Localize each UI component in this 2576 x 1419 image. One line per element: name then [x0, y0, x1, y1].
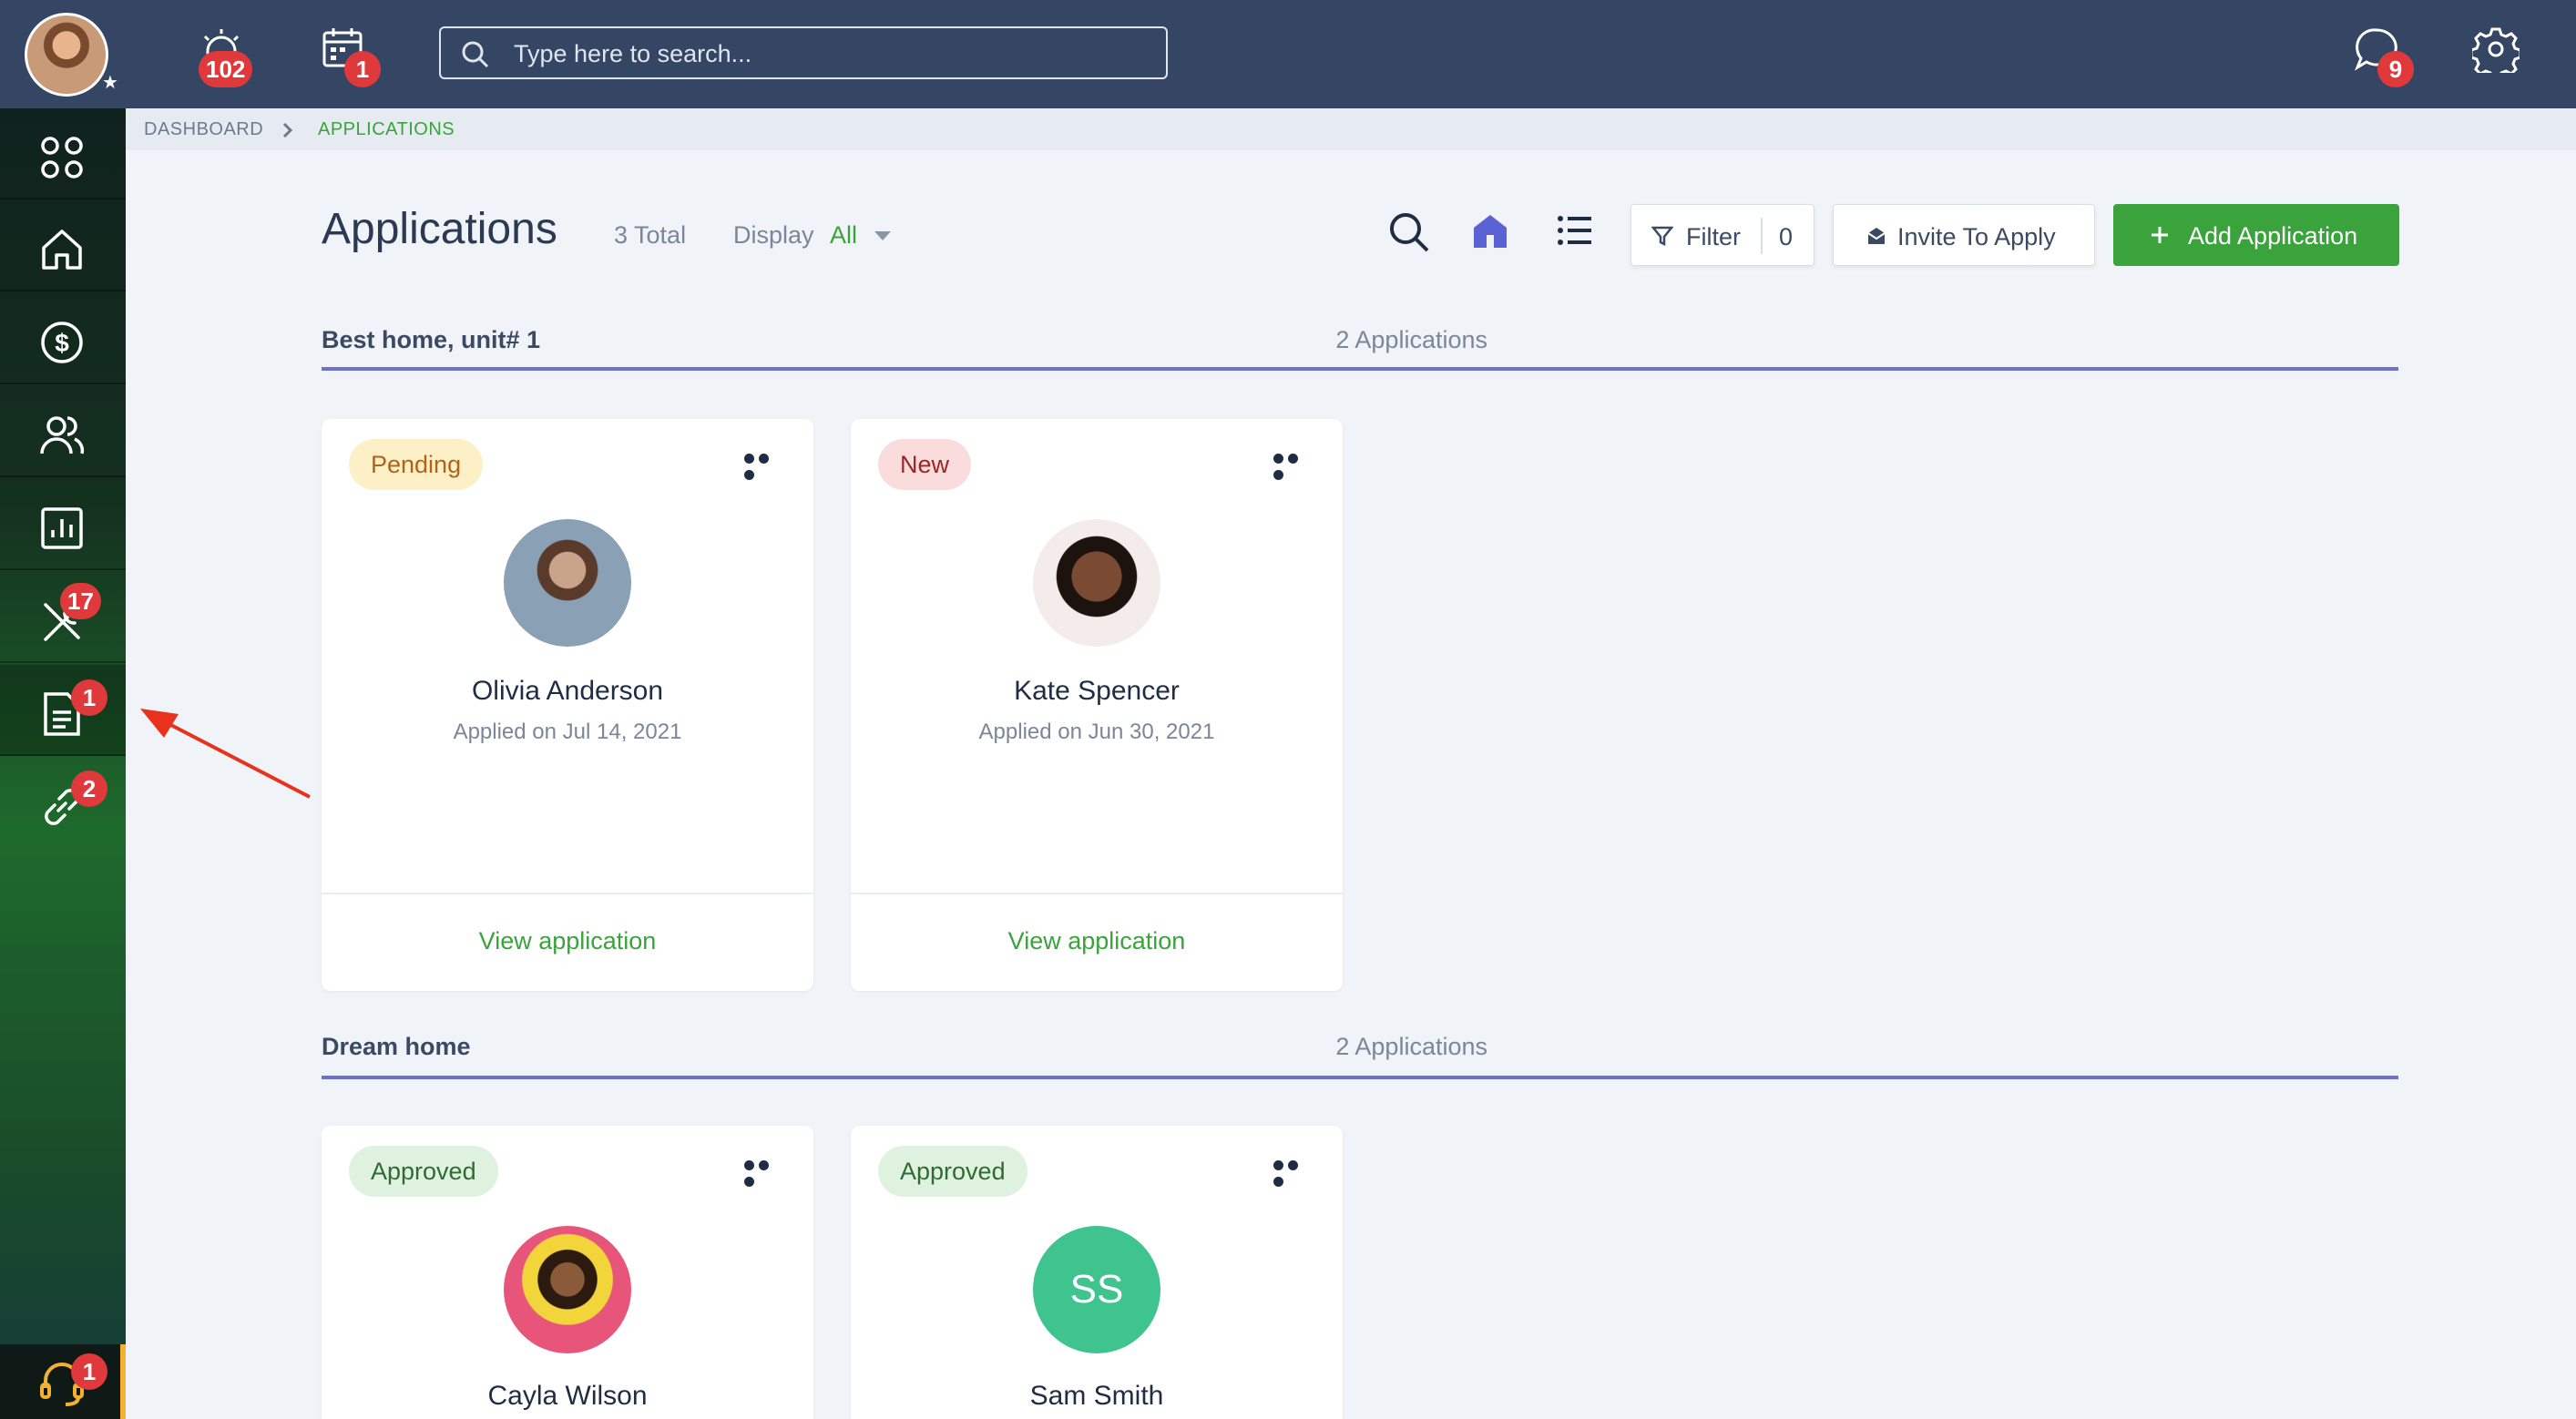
view-application-link[interactable]: View application	[322, 927, 813, 955]
add-application-label: Add Application	[2188, 222, 2358, 250]
search-icon	[462, 41, 489, 68]
reports-chart-icon	[41, 507, 83, 549]
sidebar-item-people[interactable]	[0, 386, 126, 477]
display-dropdown[interactable]: All	[830, 221, 857, 250]
applicant-name: Kate Spencer	[1014, 676, 1180, 706]
section-count: 2 Applications	[1335, 326, 1487, 353]
more-options-icon[interactable]	[1273, 1159, 1315, 1187]
section-count: 2 Applications	[1335, 1033, 1487, 1060]
applications-badge: 1	[71, 679, 107, 716]
search-icon[interactable]	[1388, 211, 1430, 253]
applicant-photo	[1033, 519, 1160, 647]
status-badge: Pending	[349, 439, 484, 490]
card-footer: View application	[322, 893, 813, 991]
filter-icon	[1651, 226, 1673, 247]
page-title: Applications	[322, 205, 557, 253]
applied-date: Applied on Jul 14, 2021	[453, 720, 682, 744]
applied-date: Applied on Jun 30, 2021	[978, 720, 1215, 744]
chevron-down-icon[interactable]	[874, 231, 891, 240]
apps-grid-icon	[41, 137, 83, 179]
applicant-name: Olivia Anderson	[471, 676, 664, 706]
user-avatar[interactable]	[25, 13, 108, 97]
chevron-right-icon	[282, 122, 293, 138]
support-badge: 1	[71, 1353, 107, 1390]
status-badge: New	[878, 439, 972, 490]
display-label: Display	[733, 221, 814, 249]
sidebar-item-maintenance[interactable]: 17	[0, 572, 126, 663]
alerts-count-badge: 102	[199, 51, 253, 87]
status-badge: Approved	[349, 1146, 498, 1197]
application-card: Approved SS Sam Smith	[851, 1126, 1343, 1419]
section-divider	[322, 367, 2398, 371]
applicant-name: Cayla Wilson	[487, 1381, 648, 1411]
filter-label: Filter	[1686, 223, 1741, 250]
tools-badge: 17	[60, 583, 101, 619]
sidebar-item-links[interactable]: 2	[0, 758, 126, 849]
section-title: Dream home	[322, 1033, 471, 1060]
sidebar-item-reports[interactable]	[0, 479, 126, 570]
sidebar-item-home[interactable]	[0, 200, 126, 291]
messages-count-badge: 9	[2377, 51, 2414, 87]
links-badge: 2	[71, 771, 107, 807]
search-box[interactable]	[439, 26, 1168, 79]
more-options-icon[interactable]	[1273, 452, 1315, 480]
add-application-button[interactable]: Add Application	[2113, 204, 2399, 266]
search-input[interactable]	[514, 36, 1151, 72]
breadcrumb-dashboard[interactable]: DASHBOARD	[144, 119, 263, 140]
list-view-icon[interactable]	[1556, 211, 1594, 250]
card-footer: View application	[851, 893, 1343, 991]
application-card: New Kate Spencer Applied on Jun 30, 2021…	[851, 419, 1343, 991]
people-icon	[40, 416, 85, 454]
chat-icon[interactable]: 9	[2352, 26, 2414, 87]
section-title: Best home, unit# 1	[322, 326, 541, 353]
application-card: Pending Olivia Anderson Applied on Jul 1…	[322, 419, 813, 991]
sidebar: $ 17 1 2	[0, 108, 126, 1419]
alarm-icon[interactable]: 102	[197, 26, 255, 87]
total-count: 3 Total	[614, 221, 687, 249]
applicant-photo	[504, 519, 631, 647]
more-options-icon[interactable]	[744, 452, 786, 480]
sidebar-item-apps[interactable]	[0, 108, 126, 199]
sidebar-item-applications[interactable]: 1	[0, 665, 126, 756]
calendar-icon[interactable]: 1	[321, 26, 381, 87]
applicant-initials-avatar: SS	[1033, 1226, 1160, 1353]
calendar-count-badge: 1	[344, 51, 381, 87]
envelope-icon	[1867, 228, 1886, 244]
breadcrumb-applications: APPLICATIONS	[318, 119, 455, 139]
annotation-arrow-icon	[140, 709, 311, 799]
home-view-icon[interactable]	[1470, 211, 1510, 251]
view-application-link[interactable]: View application	[851, 927, 1343, 955]
more-options-icon[interactable]	[744, 1159, 786, 1187]
section-divider	[322, 1076, 2398, 1079]
applicant-photo	[504, 1226, 631, 1353]
sidebar-item-accounting[interactable]: $	[0, 293, 126, 384]
top-bar: ★ 102 1 9	[0, 0, 2576, 108]
invite-label: Invite To Apply	[1897, 223, 2056, 250]
support-button[interactable]: 1	[0, 1344, 126, 1419]
invite-to-apply-button[interactable]: Invite To Apply	[1833, 204, 2095, 266]
filter-button[interactable]: Filter 0	[1630, 204, 1814, 266]
status-badge: Approved	[878, 1146, 1027, 1197]
filter-divider	[1761, 218, 1763, 254]
dollar-circle-icon: $	[41, 322, 83, 363]
applicant-name: Sam Smith	[1029, 1381, 1164, 1411]
home-icon	[42, 230, 82, 270]
application-card: Approved Cayla Wilson	[322, 1126, 813, 1419]
pin-icon: ★	[102, 73, 118, 93]
gear-icon[interactable]	[2469, 26, 2530, 84]
filter-count: 0	[1779, 223, 1794, 250]
breadcrumb: DASHBOARD APPLICATIONS	[126, 108, 2576, 150]
plus-icon	[2152, 227, 2168, 243]
svg-text:$: $	[55, 329, 69, 357]
